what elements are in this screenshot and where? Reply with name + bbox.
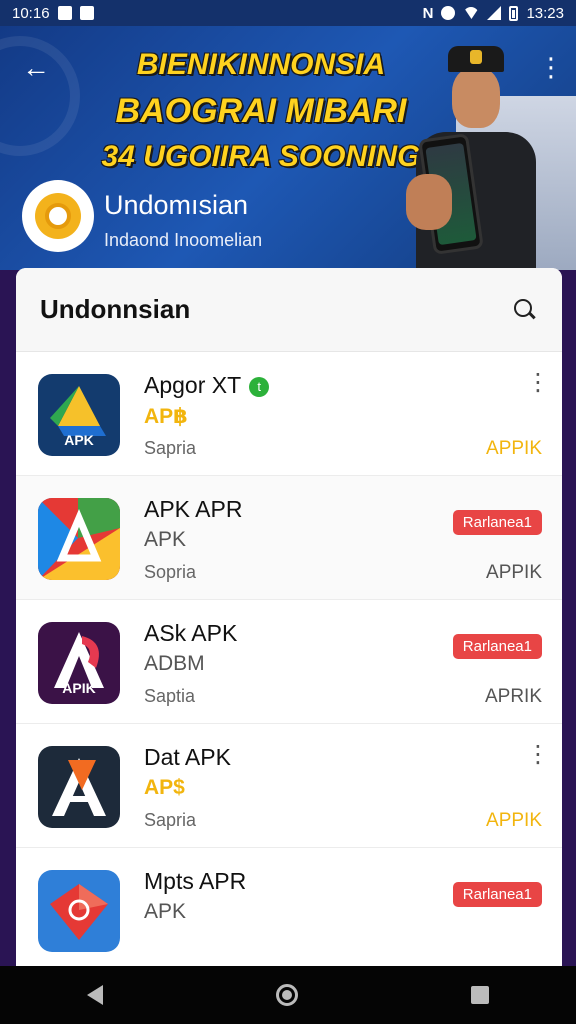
more-vert-icon[interactable]: ⋮	[526, 368, 550, 397]
app-icon-apk-drive: APK	[38, 374, 120, 456]
arrow-left-icon: ←	[22, 52, 50, 83]
app-icon-orange-a	[38, 746, 120, 828]
app-type-label: APPIK	[486, 562, 542, 583]
battery-icon	[509, 5, 519, 21]
status-bar: 10:16 N 13:23	[0, 0, 576, 26]
app-subtitle: Indaond Inoomelian	[104, 230, 263, 250]
status-time: 10:16	[12, 4, 50, 22]
status-clock: 13:23	[526, 4, 564, 22]
app-icon-letter-a: APIK	[38, 622, 120, 704]
photo-notification-icon	[79, 6, 94, 20]
app-sub-label: AP$	[144, 776, 185, 799]
banner-person-image	[406, 46, 536, 270]
person-face	[452, 68, 500, 128]
app-type-label: APRIK	[484, 686, 542, 707]
app-name-label: Dat APK	[144, 744, 231, 770]
app-icon-colorful-triangle	[38, 498, 120, 580]
card-header: Undonnsian	[16, 268, 562, 352]
nav-back-icon[interactable]	[86, 985, 103, 1005]
app-name-label: ASk APK	[144, 620, 238, 646]
notification-icon	[57, 6, 72, 20]
nav-home-icon[interactable]	[275, 984, 298, 1006]
app-sub-label: APK	[144, 528, 187, 551]
app-logo	[22, 180, 94, 252]
app-type-label: APPIK	[486, 810, 542, 831]
app-list-item[interactable]: Dat APK AP$ Sapria ⋮ APPIK	[16, 724, 562, 848]
banner-headline-line1: BIENIKINNONSIA	[136, 48, 386, 81]
app-sub-label: AP฿	[144, 405, 188, 428]
person-hand	[406, 174, 452, 230]
app-name-label: Apgor XT t	[144, 372, 270, 399]
app-sub-label: ADBM	[144, 652, 205, 675]
system-nav-bar	[0, 966, 576, 1024]
status-badge: Rarlanea1	[452, 510, 542, 535]
card-title: Undonnsian	[40, 294, 191, 324]
banner-headline-line2: BAOGRAI MIBARI	[115, 92, 407, 130]
back-button[interactable]: ←	[22, 54, 54, 82]
app-developer-label: Sopria	[144, 562, 197, 582]
banner-headline-line3: 34 UGOIIRA SOONING	[101, 140, 421, 173]
verified-icon: t	[249, 377, 270, 397]
logo-ring-icon	[35, 193, 81, 239]
signal-icon	[487, 6, 502, 20]
app-name-label: APK APR	[144, 496, 243, 522]
app-type-label: APPIK	[486, 438, 542, 459]
app-list-item[interactable]: APIK ASk APK ADBM Saptia Rarlanea1 APRIK	[16, 600, 562, 724]
more-vert-icon: ⋮	[538, 52, 564, 82]
app-list-card: Undonnsian APK Apgor XT t AP฿ Sapria ⋮ AP…	[16, 268, 562, 968]
app-sub-label: APK	[144, 900, 187, 923]
promo-banner: ← ⋮ BIENIKINNONSIA BAOGRAI MIBARI 34 UGO…	[0, 26, 576, 270]
more-vert-icon[interactable]: ⋮	[526, 740, 550, 769]
app-icon-label: APIK	[62, 680, 96, 696]
app-developer-label: Saptia	[144, 686, 196, 706]
app-list-item[interactable]: Mpts APR APK Rarlanea1	[16, 848, 562, 968]
app-icon-red-gem	[38, 870, 120, 952]
app-list-item[interactable]: APK APR APK Sopria Rarlanea1 APPIK	[16, 476, 562, 600]
app-name-label: Mpts APR	[144, 868, 247, 894]
app-developer-label: Sapria	[144, 438, 197, 458]
app-list-item[interactable]: APK Apgor XT t AP฿ Sapria ⋮ APPIK	[16, 352, 562, 476]
nfc-icon: N	[422, 4, 434, 22]
nav-recents-icon[interactable]	[471, 986, 490, 1004]
wifi-icon	[463, 7, 480, 19]
location-icon	[441, 6, 456, 20]
cap-badge-icon	[470, 50, 482, 64]
search-icon[interactable]	[512, 297, 538, 323]
app-name: Undomısian	[104, 190, 249, 220]
app-icon-label: APK	[64, 432, 94, 448]
overflow-menu-button[interactable]: ⋮	[538, 54, 564, 82]
app-developer-label: Sapria	[144, 810, 197, 830]
status-badge: Rarlanea1	[452, 634, 542, 659]
status-badge: Rarlanea1	[452, 882, 542, 907]
